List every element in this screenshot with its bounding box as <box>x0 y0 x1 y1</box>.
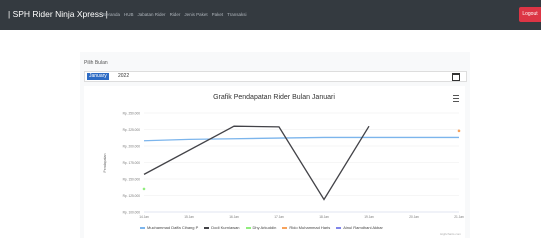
legend-item[interactable]: Dhy Arkuddin <box>245 225 277 230</box>
logout-button[interactable]: Logout <box>519 7 541 22</box>
x-tick-label: 14 Jan <box>139 215 149 219</box>
nav-link-hub[interactable]: HUB <box>124 12 134 17</box>
series-point <box>142 187 146 191</box>
nav-link-jabatan-rider[interactable]: Jabatan Rider <box>138 12 166 17</box>
legend-label: Dodi Kurniawan <box>211 225 240 230</box>
top-navbar: | SPH Rider Ninja Xpress | Beranda HUB J… <box>0 0 541 30</box>
x-tick-label: 19 Jan <box>364 215 374 219</box>
y-tick-label: Rp. 125.000 <box>123 194 141 198</box>
legend-swatch <box>204 226 210 229</box>
chart-title: Grafik Pendapatan Rider Bulan Januari <box>213 94 335 101</box>
y-axis-label: Pendapatan <box>103 154 107 173</box>
series-point <box>457 129 461 133</box>
legend-item[interactable]: Muchammad Daffa Cihang P <box>140 225 198 230</box>
y-tick-label: Rp. 150.000 <box>123 178 141 182</box>
legend-item[interactable]: Rido Muhammad Haris <box>282 225 330 230</box>
month-value: January <box>87 73 109 80</box>
x-tick-label: 16 Jan <box>229 215 239 219</box>
nav-link-jenis-paket[interactable]: Jenis Paket <box>184 12 207 17</box>
nav-link-rider[interactable]: Rider <box>170 12 181 17</box>
legend-label: Ainul Ramdhani Akbar <box>343 225 383 230</box>
legend-item[interactable]: Ainul Ramdhani Akbar <box>336 225 383 230</box>
chart-menu-icon[interactable] <box>453 95 459 102</box>
legend-swatch <box>140 226 145 229</box>
legend-item[interactable]: Dodi Kurniawan <box>204 225 240 230</box>
legend-swatch <box>336 226 342 229</box>
brand-title[interactable]: | SPH Rider Ninja Xpress | <box>8 9 108 19</box>
x-tick-label: 17 Jan <box>274 215 284 219</box>
chart-legend: Muchammad Daffa Cihang P Dodi Kurniawan Dh… <box>140 225 383 230</box>
x-tick-label: 18 Jan <box>319 215 329 219</box>
month-input[interactable]: January 2022 <box>84 71 467 82</box>
y-tick-label: Rp. 175.000 <box>123 161 141 165</box>
x-tick-label: 21 Jan <box>454 215 464 219</box>
nav-links: Beranda HUB Jabatan Rider Rider Jenis Pa… <box>103 12 246 17</box>
y-tick-label: Rp. 225.000 <box>123 128 141 132</box>
year-value: 2022 <box>118 73 130 79</box>
nav-link-transaksi[interactable]: Transaksi <box>227 12 246 17</box>
chart-container: Grafik Pendapatan Rider Bulan Januari Rp.… <box>84 86 465 238</box>
calendar-icon[interactable] <box>452 73 460 81</box>
legend-label: Muchammad Daffa Cihang P <box>147 225 199 230</box>
x-tick-label: 15 Jan <box>184 215 194 219</box>
legend-label: Dhy Arkuddin <box>252 225 277 230</box>
legend-swatch <box>245 226 251 229</box>
income-chart: Grafik Pendapatan Rider Bulan Januari Rp.… <box>103 94 464 219</box>
y-tick-label: Rp. 100.000 <box>123 211 141 215</box>
chart-credit: Highcharts.com <box>440 232 461 236</box>
pick-month-label: Pilih Bulan <box>84 60 108 66</box>
y-tick-label: Rp. 250.000 <box>123 112 141 116</box>
legend-label: Rido Muhammad Haris <box>289 225 331 230</box>
x-tick-label: 20 Jan <box>409 215 419 219</box>
y-tick-label: Rp. 200.000 <box>123 145 141 149</box>
series-line <box>143 136 459 142</box>
legend-swatch <box>282 226 288 229</box>
nav-link-beranda[interactable]: Beranda <box>103 12 120 17</box>
nav-link-paket[interactable]: Paket <box>212 12 224 17</box>
